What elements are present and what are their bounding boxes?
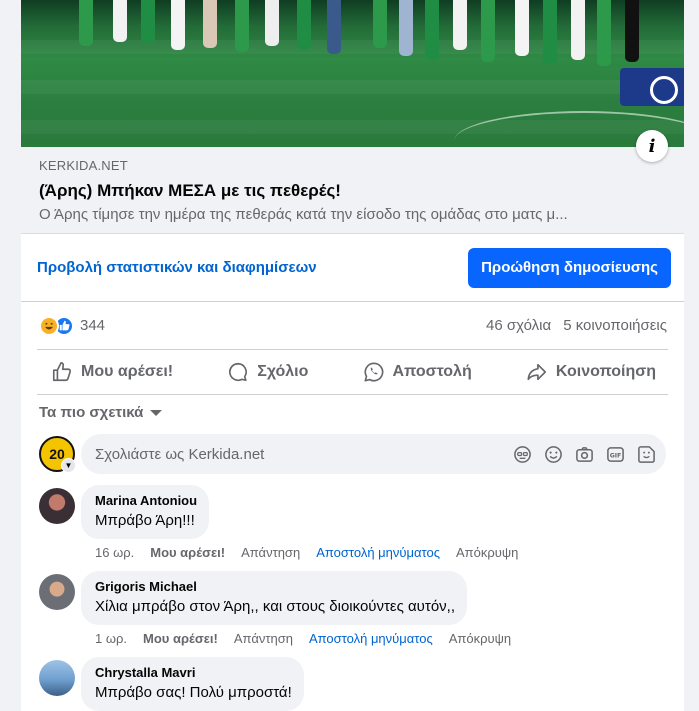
share-button[interactable]: Κοινοποίηση xyxy=(526,361,656,383)
link-domain: KERKIDA.NET xyxy=(39,158,128,173)
comment-reply-button[interactable]: Απάντηση xyxy=(234,631,293,647)
comment-text: Μπράβο Άρη!!! xyxy=(95,512,195,529)
boost-post-button[interactable]: Προώθηση δημοσίευσης xyxy=(468,247,671,288)
comment-message-button[interactable]: Αποστολή μηνύματος xyxy=(309,631,433,647)
speech-bubble-icon xyxy=(229,362,248,382)
gif-icon[interactable]: GIF xyxy=(605,444,625,464)
comment-message-button[interactable]: Αποστολή μηνύματος xyxy=(316,545,440,561)
post-card: i KERKIDA.NET (Άρης) Μπήκαν ΜΕΣΑ με τις … xyxy=(21,0,684,711)
comment-bubble: Marina Antoniou Μπράβο Άρη!!! xyxy=(81,485,210,539)
share-arrow-icon xyxy=(527,363,546,381)
comment-button[interactable]: Σχόλιο xyxy=(227,361,308,383)
shares-count[interactable]: 5 κοινοποιήσεις xyxy=(563,317,667,334)
avatar[interactable] xyxy=(39,660,75,696)
comment-actions: 1 ωρ. Μου αρέσει! Απάντηση Αποστολή μηνύ… xyxy=(81,631,511,647)
comment-input[interactable]: Σχολιάστε ως Kerkida.net GIF xyxy=(81,434,666,474)
haha-reaction-icon xyxy=(39,315,59,336)
stadium-banner xyxy=(620,68,684,106)
grass-stripe xyxy=(21,80,684,94)
photo-figure xyxy=(625,0,639,62)
comment-author[interactable]: Grigoris Michael xyxy=(95,579,455,595)
comment-like-button[interactable]: Μου αρέσει! xyxy=(143,631,218,647)
photo-figure xyxy=(597,0,611,66)
comment-composer: 20 ▼ Σχολιάστε ως Kerkida.net GIF xyxy=(21,429,684,474)
reaction-count: 344 xyxy=(80,317,106,334)
share-label: Κοινοποίηση xyxy=(555,363,656,380)
photo-figure xyxy=(265,0,279,46)
comment-item: Chrystalla Mavri Μπράβο σας! Πολύ μπροστ… xyxy=(21,657,684,711)
comment-text: Μπράβο σας! Πολύ μπροστά! xyxy=(95,684,292,701)
comment-body: Chrystalla Mavri Μπράβο σας! Πολύ μπροστ… xyxy=(81,657,304,711)
page-avatar[interactable]: 20 ▼ xyxy=(39,436,76,473)
send-button[interactable]: Αποστολή xyxy=(363,361,472,383)
comment-item: Grigoris Michael Χίλια μπράβο στον Άρη,,… xyxy=(21,571,684,647)
like-button[interactable]: Μου αρέσει! xyxy=(51,361,173,383)
action-bar: Μου αρέσει! Σχόλιο Αποστολή Κοινοποίηση xyxy=(37,349,668,395)
reaction-summary: 344 46 σχόλια 5 κοινοποιήσεις xyxy=(21,302,684,349)
photo-figure xyxy=(79,0,93,46)
avatar[interactable] xyxy=(39,488,75,524)
chevron-down-icon[interactable]: ▼ xyxy=(61,458,76,473)
photo-figure xyxy=(327,0,341,54)
comment-hide-button[interactable]: Απόκρυψη xyxy=(449,631,511,647)
photo-figure xyxy=(481,0,495,62)
comment-reply-button[interactable]: Απάντηση xyxy=(241,545,300,561)
emoji-icon[interactable] xyxy=(543,444,563,464)
photo-figure xyxy=(571,0,585,60)
comment-author[interactable]: Chrystalla Mavri xyxy=(95,665,292,681)
photo-figure xyxy=(399,0,413,56)
comment-time[interactable]: 16 ωρ. xyxy=(95,545,134,561)
post-photo[interactable] xyxy=(21,0,684,147)
info-icon[interactable]: i xyxy=(636,130,668,162)
engagement-meta: 46 σχόλια 5 κοινοποιήσεις xyxy=(486,317,667,334)
svg-text:GIF: GIF xyxy=(609,452,621,459)
comment-text: Χίλια μπράβο στον Άρη,, και στους διοικο… xyxy=(95,598,455,615)
comment-item: Marina Antoniou Μπράβο Άρη!!! 16 ωρ. Μου… xyxy=(21,485,684,561)
link-description: Ο Άρης τίμησε την ημέρα της πεθεράς κατά… xyxy=(39,206,568,223)
sticker-icon[interactable] xyxy=(636,444,656,464)
like-label: Μου αρέσει! xyxy=(81,363,174,380)
reactions[interactable]: 344 xyxy=(39,315,106,336)
promo-bar: Προβολή στατιστικών και διαφημίσεων Προώ… xyxy=(21,234,684,302)
photo-figure xyxy=(113,0,127,42)
link-headline[interactable]: (Άρης) Μπήκαν ΜΕΣΑ με τις πεθερές! xyxy=(39,180,672,202)
photo-figure xyxy=(425,0,439,60)
photo-figure xyxy=(203,0,217,48)
avatar[interactable] xyxy=(39,574,75,610)
photo-figure xyxy=(543,0,557,64)
view-insights-link[interactable]: Προβολή στατιστικών και διαφημίσεων xyxy=(37,259,317,276)
comment-author[interactable]: Marina Antoniou xyxy=(95,493,197,509)
composer-tools: GIF xyxy=(512,444,656,464)
comment-bubble: Grigoris Michael Χίλια μπράβο στον Άρη,,… xyxy=(81,571,467,625)
comment-placeholder: Σχολιάστε ως Kerkida.net xyxy=(95,445,265,463)
send-label: Αποστολή xyxy=(392,363,472,380)
photo-figure xyxy=(453,0,467,50)
avatar-sticker-icon[interactable] xyxy=(512,444,532,464)
sort-label: Τα πιο σχετικά xyxy=(39,403,144,421)
comment-time[interactable]: 1 ωρ. xyxy=(95,631,127,647)
comment-hide-button[interactable]: Απόκρυψη xyxy=(456,545,518,561)
comment-body: Grigoris Michael Χίλια μπράβο στον Άρη,,… xyxy=(81,571,511,647)
comment-body: Marina Antoniou Μπράβο Άρη!!! 16 ωρ. Μου… xyxy=(81,485,518,561)
whatsapp-icon xyxy=(363,362,383,382)
comment-label: Σχόλιο xyxy=(257,363,309,380)
comment-sort-dropdown[interactable]: Τα πιο σχετικά xyxy=(21,395,684,429)
photo-figure xyxy=(171,0,185,50)
comment-like-button[interactable]: Μου αρέσει! xyxy=(150,545,225,561)
photo-figure xyxy=(373,0,387,48)
photo-figure xyxy=(515,0,529,56)
camera-icon[interactable] xyxy=(574,444,594,464)
comment-actions: 16 ωρ. Μου αρέσει! Απάντηση Αποστολή μην… xyxy=(81,545,518,561)
photo-figure xyxy=(141,0,155,44)
comment-bubble: Chrystalla Mavri Μπράβο σας! Πολύ μπροστ… xyxy=(81,657,304,711)
link-preview[interactable]: KERKIDA.NET (Άρης) Μπήκαν ΜΕΣΑ με τις πε… xyxy=(21,147,684,234)
thumbs-up-icon xyxy=(52,362,72,382)
caret-down-icon xyxy=(150,410,163,416)
photo-figure xyxy=(297,0,311,50)
comments-count[interactable]: 46 σχόλια xyxy=(486,317,551,334)
photo-figure xyxy=(235,0,249,52)
